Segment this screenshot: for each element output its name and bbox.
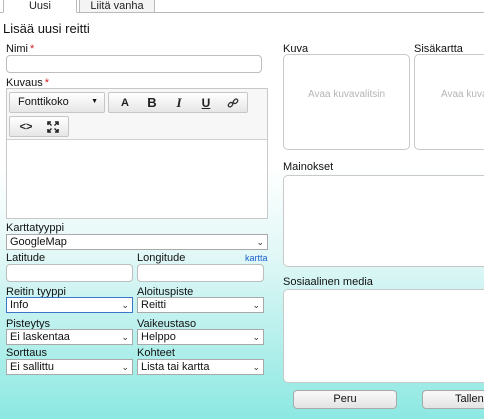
underline-button[interactable]: U bbox=[195, 95, 217, 111]
underline-icon: U bbox=[201, 96, 211, 110]
tab-new[interactable]: Uusi bbox=[3, 0, 77, 13]
chevron-down-icon: ⌄ bbox=[252, 362, 260, 372]
cancel-button-label: Peru bbox=[333, 393, 357, 405]
font-size-dropdown-label: Fonttikoko bbox=[18, 96, 69, 108]
chevron-down-icon: ⌄ bbox=[121, 332, 129, 342]
editor-content-area[interactable] bbox=[7, 141, 267, 218]
chevron-down-icon: ⌄ bbox=[252, 300, 260, 310]
sorting-value: Ei sallittu bbox=[10, 361, 55, 373]
rich-text-editor: Fonttikoko ▼ A B I U <> bbox=[6, 88, 268, 219]
caret-down-icon: ▼ bbox=[91, 98, 98, 105]
route-type-value: Info bbox=[10, 299, 29, 311]
fullscreen-icon bbox=[47, 121, 59, 133]
tab-attach-old[interactable]: Liitä vanha bbox=[79, 0, 155, 13]
save-button-label: Tallenna bbox=[455, 393, 484, 405]
image-picker-placeholder: Avaa kuvavalitsin bbox=[307, 89, 386, 100]
start-point-select[interactable]: Reitti ⌄ bbox=[137, 297, 264, 313]
scoring-select[interactable]: Ei laskentaa ⌄ bbox=[6, 329, 133, 345]
ads-label: Mainokset bbox=[283, 161, 334, 173]
targets-value: Lista tai kartta bbox=[141, 361, 210, 373]
code-icon: <> bbox=[19, 121, 33, 133]
tab-new-label: Uusi bbox=[28, 0, 51, 12]
bold-button[interactable]: B bbox=[141, 95, 163, 111]
longitude-label: Longitude bbox=[137, 252, 186, 264]
chevron-down-icon: ⌄ bbox=[256, 237, 264, 247]
image-picker[interactable]: Avaa kuvavalitsin bbox=[283, 54, 410, 150]
targets-label: Kohteet bbox=[137, 347, 175, 359]
editor-toolbar: Fonttikoko ▼ A B I U <> bbox=[7, 89, 267, 140]
targets-select[interactable]: Lista tai kartta ⌄ bbox=[137, 359, 264, 375]
link-icon bbox=[227, 98, 239, 108]
cancel-button[interactable]: Peru bbox=[293, 390, 397, 409]
view-button-group: <> bbox=[9, 116, 69, 137]
scoring-value: Ei laskentaa bbox=[10, 331, 70, 343]
difficulty-select[interactable]: Helppo ⌄ bbox=[137, 329, 264, 345]
code-view-button[interactable]: <> bbox=[15, 119, 37, 135]
latitude-label: Latitude bbox=[6, 252, 46, 264]
difficulty-value: Helppo bbox=[141, 331, 176, 343]
name-label-text: Nimi bbox=[6, 43, 28, 55]
page-title: Lisää uusi reitti bbox=[3, 21, 90, 36]
map-link[interactable]: kartta bbox=[245, 253, 268, 263]
italic-icon: I bbox=[176, 95, 182, 110]
chevron-down-icon: ⌄ bbox=[121, 300, 129, 310]
latitude-input[interactable] bbox=[6, 264, 133, 282]
social-media-label: Sosiaalinen media bbox=[283, 276, 373, 288]
chevron-down-icon: ⌄ bbox=[252, 332, 260, 342]
text-color-icon: A bbox=[121, 97, 129, 109]
inner-map-picker[interactable]: Avaa kuvavalitsin bbox=[414, 54, 484, 150]
chevron-down-icon: ⌄ bbox=[121, 362, 129, 372]
longitude-input[interactable] bbox=[137, 264, 264, 282]
tab-attach-old-label: Liitä vanha bbox=[90, 0, 144, 12]
name-label: Nimi * bbox=[6, 43, 34, 55]
font-size-dropdown[interactable]: Fonttikoko ▼ bbox=[9, 92, 105, 113]
ads-box[interactable] bbox=[283, 175, 484, 267]
inner-map-picker-placeholder: Avaa kuvavalitsin bbox=[441, 89, 484, 100]
map-type-value: GoogleMap bbox=[10, 236, 67, 248]
map-type-label: Karttatyyppi bbox=[6, 222, 65, 234]
format-button-group: A B I U bbox=[108, 92, 248, 113]
italic-button[interactable]: I bbox=[168, 95, 190, 111]
fullscreen-button[interactable] bbox=[42, 119, 64, 135]
map-type-select[interactable]: GoogleMap ⌄ bbox=[6, 234, 268, 250]
start-point-value: Reitti bbox=[141, 299, 167, 311]
name-input[interactable] bbox=[6, 55, 262, 73]
sorting-select[interactable]: Ei sallittu ⌄ bbox=[6, 359, 133, 375]
route-type-select[interactable]: Info ⌄ bbox=[6, 297, 133, 313]
sorting-label: Sorttaus bbox=[6, 347, 47, 359]
required-mark: * bbox=[30, 43, 35, 55]
social-media-box[interactable] bbox=[283, 289, 484, 383]
save-button[interactable]: Tallenna bbox=[422, 390, 484, 409]
link-button[interactable] bbox=[222, 95, 244, 111]
bold-icon: B bbox=[147, 95, 157, 110]
text-color-button[interactable]: A bbox=[114, 95, 136, 111]
